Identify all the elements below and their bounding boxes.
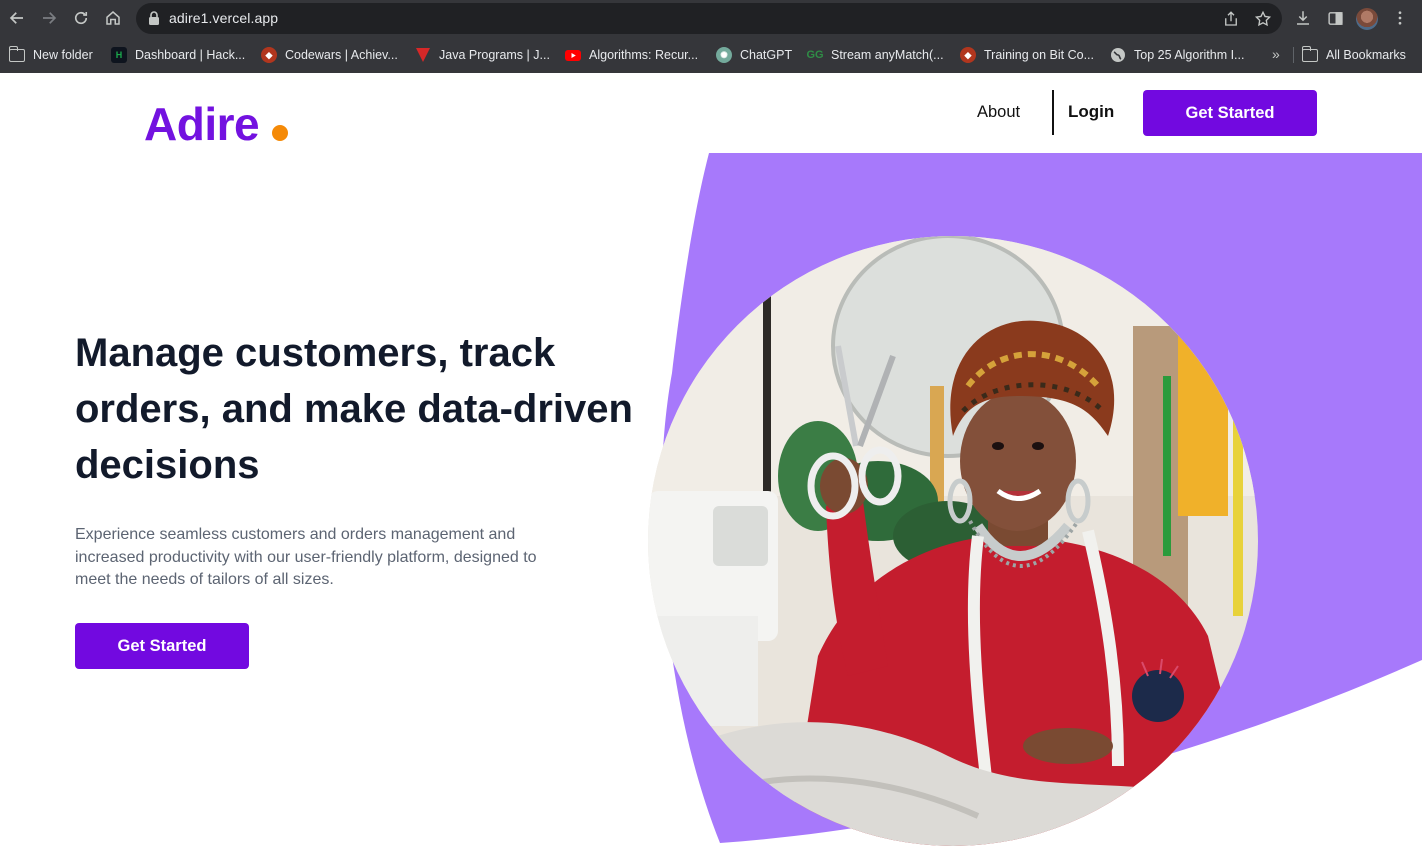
reload-icon[interactable] <box>69 6 93 30</box>
bookmark-label: New folder <box>33 48 93 62</box>
codewars-icon: ◆ <box>261 47 277 63</box>
hero-photo <box>648 236 1258 846</box>
share-icon[interactable] <box>1222 10 1240 28</box>
hackerrank-icon: H <box>111 47 127 63</box>
geeksforgeeks-icon: GG <box>806 49 824 61</box>
all-bookmarks-button[interactable]: All Bookmarks <box>1301 45 1406 64</box>
bookmarks-bar: New folder H Dashboard | Hack... ◆ Codew… <box>0 37 1422 73</box>
hero-get-started-button[interactable]: Get Started <box>75 623 249 669</box>
hero-title: Manage customers, track orders, and make… <box>75 331 633 487</box>
forward-icon[interactable] <box>37 6 61 30</box>
address-bar[interactable]: adire1.vercel.app <box>136 3 1282 34</box>
bookmark-label: Dashboard | Hack... <box>135 48 246 62</box>
bookmark-item[interactable]: ◆ Codewars | Achiev... <box>261 46 398 64</box>
page-content: Adire About Login Get Started Manage cus… <box>0 73 1422 855</box>
bookmarks-overflow-button[interactable]: » <box>1272 46 1280 62</box>
bookmark-item[interactable]: ✺ ChatGPT <box>716 46 792 64</box>
bookmark-item[interactable]: Java Programs | J... <box>415 46 550 64</box>
bookmark-star-icon[interactable] <box>1254 10 1272 28</box>
lock-icon <box>149 11 159 25</box>
side-panel-icon[interactable] <box>1325 8 1345 28</box>
menu-kebab-icon[interactable] <box>1390 8 1410 28</box>
folder-icon <box>8 45 25 62</box>
profile-avatar[interactable] <box>1356 8 1378 30</box>
home-icon[interactable] <box>101 6 125 30</box>
nav-divider <box>1052 90 1054 135</box>
bookmark-item[interactable]: H Dashboard | Hack... <box>111 46 245 64</box>
hero-subtitle: Experience seamless customers and orders… <box>75 526 537 588</box>
folder-icon <box>1301 45 1318 62</box>
bookmark-item[interactable]: ◆ Training on Bit Co... <box>960 46 1094 64</box>
browser-chrome: adire1.vercel.app New folder H Dashboard… <box>0 0 1422 73</box>
bookmark-label: Training on Bit Co... <box>984 48 1095 62</box>
download-icon[interactable] <box>1293 8 1313 28</box>
bookmark-label: Top 25 Algorithm I... <box>1134 48 1245 62</box>
bookmark-item[interactable]: Algorithms: Recur... <box>565 46 698 64</box>
globe-icon <box>1111 48 1125 62</box>
bookmark-item[interactable]: New folder <box>8 45 93 64</box>
url-text: adire1.vercel.app <box>169 10 279 26</box>
chatgpt-icon: ✺ <box>716 47 732 63</box>
brand-logo[interactable]: Adire <box>144 97 260 151</box>
browser-toolbar: adire1.vercel.app <box>0 0 1422 37</box>
nav-about-link[interactable]: About <box>977 103 1020 122</box>
youtube-icon <box>565 50 581 61</box>
codewars-icon: ◆ <box>960 47 976 63</box>
bookmarks-divider <box>1293 47 1294 63</box>
nav-get-started-button[interactable]: Get Started <box>1143 90 1317 136</box>
nav-login-link[interactable]: Login <box>1068 102 1114 122</box>
bookmark-item[interactable]: GG Stream anyMatch(... <box>806 46 944 64</box>
back-icon[interactable] <box>5 6 29 30</box>
all-bookmarks-label: All Bookmarks <box>1326 48 1406 62</box>
bookmark-label: ChatGPT <box>740 48 793 62</box>
bookmark-label: Java Programs | J... <box>439 48 550 62</box>
bookmark-label: Stream anyMatch(... <box>831 48 944 62</box>
javatpoint-icon <box>416 48 430 62</box>
logo-dot <box>272 125 288 141</box>
bookmark-label: Algorithms: Recur... <box>589 48 699 62</box>
bookmark-label: Codewars | Achiev... <box>285 48 398 62</box>
bookmark-item[interactable]: Top 25 Algorithm I... <box>1110 46 1244 64</box>
